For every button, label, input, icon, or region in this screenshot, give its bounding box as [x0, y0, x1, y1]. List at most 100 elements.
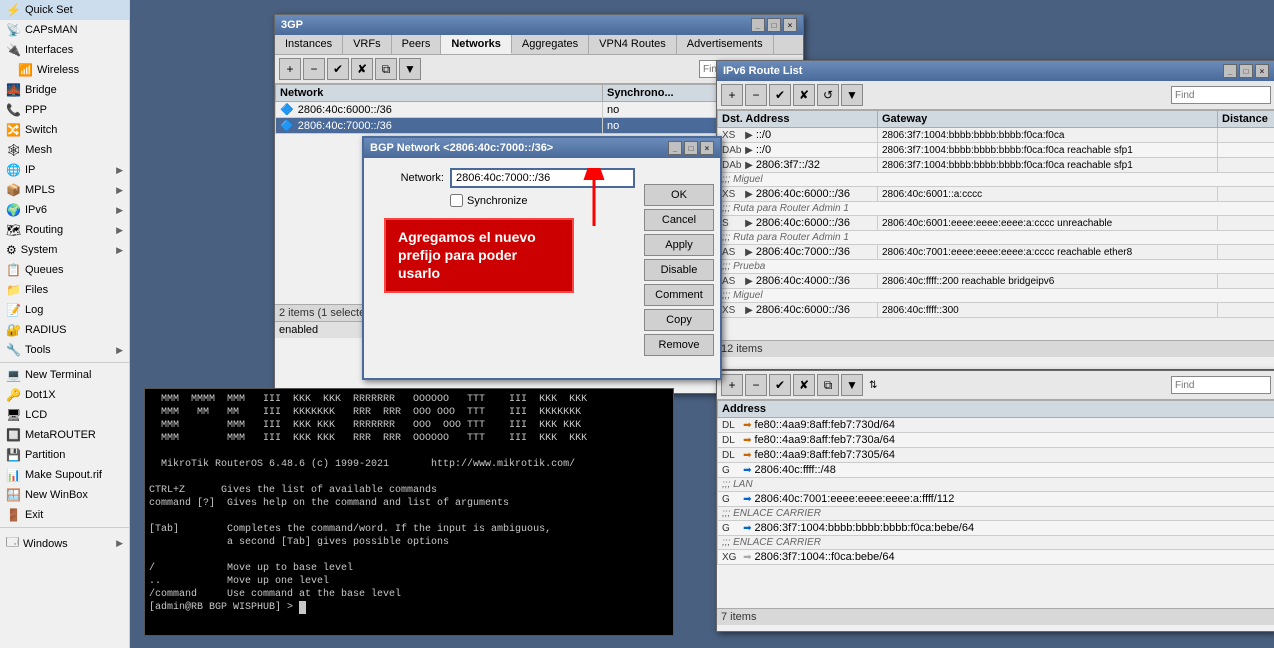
sidebar-item-exit[interactable]: 🚪 Exit	[0, 505, 129, 525]
sidebar-item-ipv6[interactable]: 🌍 IPv6 ▶	[0, 200, 129, 220]
table-row[interactable]: XS ▶ 2806:40c:6000::/36 2806:40c:6001::a…	[718, 187, 1274, 202]
bgp-network-dialog-titlebar[interactable]: BGP Network <2806:40c:7000::/36> _ □ ×	[364, 138, 720, 158]
table-row[interactable]: AS ▶ 2806:40c:4000::/36 2806:40c:ffff::2…	[718, 274, 1274, 289]
tools-icon: 🔧	[6, 343, 21, 357]
add-button[interactable]: +	[721, 374, 743, 396]
table-row[interactable]: G ➡ 2806:40c:ffff::/48	[718, 463, 1274, 478]
minimize-button[interactable]: _	[668, 141, 682, 155]
maximize-button[interactable]: □	[684, 141, 698, 155]
close-button[interactable]: ×	[783, 18, 797, 32]
terminal-content[interactable]: MMM MMMM MMM III KKK KKK RRRRRRR OOOOOO …	[145, 389, 673, 635]
filter-button[interactable]: ▼	[841, 84, 863, 106]
sidebar-item-files[interactable]: 📁 Files	[0, 280, 129, 300]
bgp-window-titlebar[interactable]: 3GP _ □ ×	[275, 15, 803, 35]
tab-advertisements[interactable]: Advertisements	[677, 35, 774, 54]
sidebar-item-bridge[interactable]: 🌉 Bridge	[0, 80, 129, 100]
minimize-button[interactable]: _	[751, 18, 765, 32]
enable-button[interactable]: ✔	[769, 84, 791, 106]
minimize-button[interactable]: _	[1223, 64, 1237, 78]
sidebar-item-mesh[interactable]: 🕸 Mesh	[0, 140, 129, 160]
table-row[interactable]: DAb ▶ ::/0 2806:3f7:1004:bbbb:bbbb:bbbb:…	[718, 143, 1274, 158]
maximize-button[interactable]: □	[767, 18, 781, 32]
sidebar-item-wireless[interactable]: 📶 Wireless	[0, 60, 129, 80]
sidebar-item-tools[interactable]: 🔧 Tools ▶	[0, 340, 129, 360]
disable-button[interactable]: ✘	[351, 58, 373, 80]
synchronize-checkbox[interactable]	[450, 194, 463, 207]
apply-button[interactable]: Apply	[644, 234, 714, 256]
add-button[interactable]: +	[721, 84, 743, 106]
ppp-icon: 📞	[6, 103, 21, 117]
queues-icon: 📋	[6, 263, 21, 277]
close-button[interactable]: ×	[1255, 64, 1269, 78]
sidebar-item-capsman[interactable]: 📡 CAPsMAN	[0, 20, 129, 40]
sidebar-item-windows[interactable]: 🗔 Windows ▶	[0, 530, 129, 557]
sidebar-item-system[interactable]: ⚙ System ▶	[0, 240, 129, 260]
reset-button[interactable]: ↺	[817, 84, 839, 106]
filter-button[interactable]: ▼	[841, 374, 863, 396]
remove-button[interactable]: −	[745, 374, 767, 396]
table-row[interactable]: AS ▶ 2806:40c:7000::/36 2806:40c:7001:ee…	[718, 245, 1274, 260]
ok-button[interactable]: OK	[644, 184, 714, 206]
sidebar-item-mpls[interactable]: 📦 MPLS ▶	[0, 180, 129, 200]
table-row[interactable]: XS ▶ 2806:40c:6000::/36 2806:40c:ffff::3…	[718, 303, 1274, 318]
tab-instances[interactable]: Instances	[275, 35, 343, 54]
find-input[interactable]	[1171, 86, 1271, 104]
sidebar-item-dot1x[interactable]: 🔑 Dot1X	[0, 385, 129, 405]
sidebar-item-ip[interactable]: 🌐 IP ▶	[0, 160, 129, 180]
terminal-window[interactable]: MMM MMMM MMM III KKK KKK RRRRRRR OOOOOO …	[144, 388, 674, 636]
disable-button[interactable]: ✘	[793, 84, 815, 106]
remove-button[interactable]: Remove	[644, 334, 714, 356]
sidebar-item-interfaces[interactable]: 🔌 Interfaces	[0, 40, 129, 60]
sidebar-item-queues[interactable]: 📋 Queues	[0, 260, 129, 280]
sidebar-item-routing[interactable]: 🗺 Routing ▶	[0, 220, 129, 240]
copy-button[interactable]: Copy	[644, 309, 714, 331]
maximize-button[interactable]: □	[1239, 64, 1253, 78]
tab-vrfs[interactable]: VRFs	[343, 35, 392, 54]
sidebar-item-ppp[interactable]: 📞 PPP	[0, 100, 129, 120]
copy-button[interactable]: ⧉	[375, 58, 397, 80]
sidebar-item-metarouter[interactable]: 🔲 MetaROUTER	[0, 425, 129, 445]
disable-button[interactable]: Disable	[644, 259, 714, 281]
distance	[1218, 245, 1274, 260]
enable-button[interactable]: ✔	[327, 58, 349, 80]
sidebar-item-label: RADIUS	[25, 324, 67, 336]
comment-button[interactable]: Comment	[644, 284, 714, 306]
table-row[interactable]: S ▶ 2806:40c:6000::/36 2806:40c:6001:eee…	[718, 216, 1274, 231]
table-row[interactable]: DAb ▶ 2806:3f7::/32 2806:3f7:1004:bbbb:b…	[718, 158, 1274, 173]
gateway: 2806:3f7:1004:bbbb:bbbb:bbbb:f0ca:f0ca r…	[878, 143, 1218, 158]
tab-peers[interactable]: Peers	[392, 35, 442, 54]
sidebar-item-new-winbox[interactable]: 🪟 New WinBox	[0, 485, 129, 505]
disable-button[interactable]: ✘	[793, 374, 815, 396]
copy-button[interactable]: ⧉	[817, 374, 839, 396]
sidebar-item-lcd[interactable]: 🖥 LCD	[0, 405, 129, 425]
tab-vpn4routes[interactable]: VPN4 Routes	[589, 35, 677, 54]
sidebar-item-switch[interactable]: 🔀 Switch	[0, 120, 129, 140]
table-row[interactable]: DL ➡ fe80::4aa9:8aff:feb7:7305/64	[718, 448, 1274, 463]
enable-button[interactable]: ✔	[769, 374, 791, 396]
sidebar-item-make-supout[interactable]: 📊 Make Supout.rif	[0, 465, 129, 485]
sidebar-item-partition[interactable]: 💾 Partition	[0, 445, 129, 465]
sidebar: ⚡ Quick Set 📡 CAPsMAN 🔌 Interfaces 📶 Wir…	[0, 0, 130, 648]
remove-button[interactable]: −	[745, 84, 767, 106]
cancel-button[interactable]: Cancel	[644, 209, 714, 231]
tab-aggregates[interactable]: Aggregates	[512, 35, 589, 54]
table-row[interactable]: DL ➡ fe80::4aa9:8aff:feb7:730d/64	[718, 418, 1274, 433]
tab-networks[interactable]: Networks	[441, 35, 512, 54]
filter-button[interactable]: ▼	[399, 58, 421, 80]
table-row[interactable]: G ➡ 2806:40c:7001:eeee:eeee:eeee:a:ffff/…	[718, 492, 1274, 507]
sidebar-item-quickset[interactable]: ⚡ Quick Set	[0, 0, 129, 20]
ipv6-window-titlebar[interactable]: IPv6 Route List _ □ ×	[717, 61, 1274, 81]
table-row[interactable]: G ➡ 2806:3f7:1004:bbbb:bbbb:bbbb:f0ca:be…	[718, 521, 1274, 536]
find-input[interactable]	[1171, 376, 1271, 394]
sidebar-item-radius[interactable]: 🔐 RADIUS	[0, 320, 129, 340]
table-row[interactable]: DL ➡ fe80::4aa9:8aff:feb7:730a/64	[718, 433, 1274, 448]
close-button[interactable]: ×	[700, 141, 714, 155]
remove-button[interactable]: −	[303, 58, 325, 80]
sidebar-item-log[interactable]: 📝 Log	[0, 300, 129, 320]
sidebar-item-new-terminal[interactable]: 💻 New Terminal	[0, 365, 129, 385]
bgp-tab-bar: Instances VRFs Peers Networks Aggregates…	[275, 35, 803, 55]
add-button[interactable]: +	[279, 58, 301, 80]
annotation-text: Agregamos el nuevo prefijo para poder us…	[398, 229, 536, 281]
table-row[interactable]: XG ➡ 2806:3f7:1004::f0ca:bebe/64	[718, 550, 1274, 565]
table-row[interactable]: XS ▶ ::/0 2806:3f7:1004:bbbb:bbbb:bbbb:f…	[718, 128, 1274, 143]
